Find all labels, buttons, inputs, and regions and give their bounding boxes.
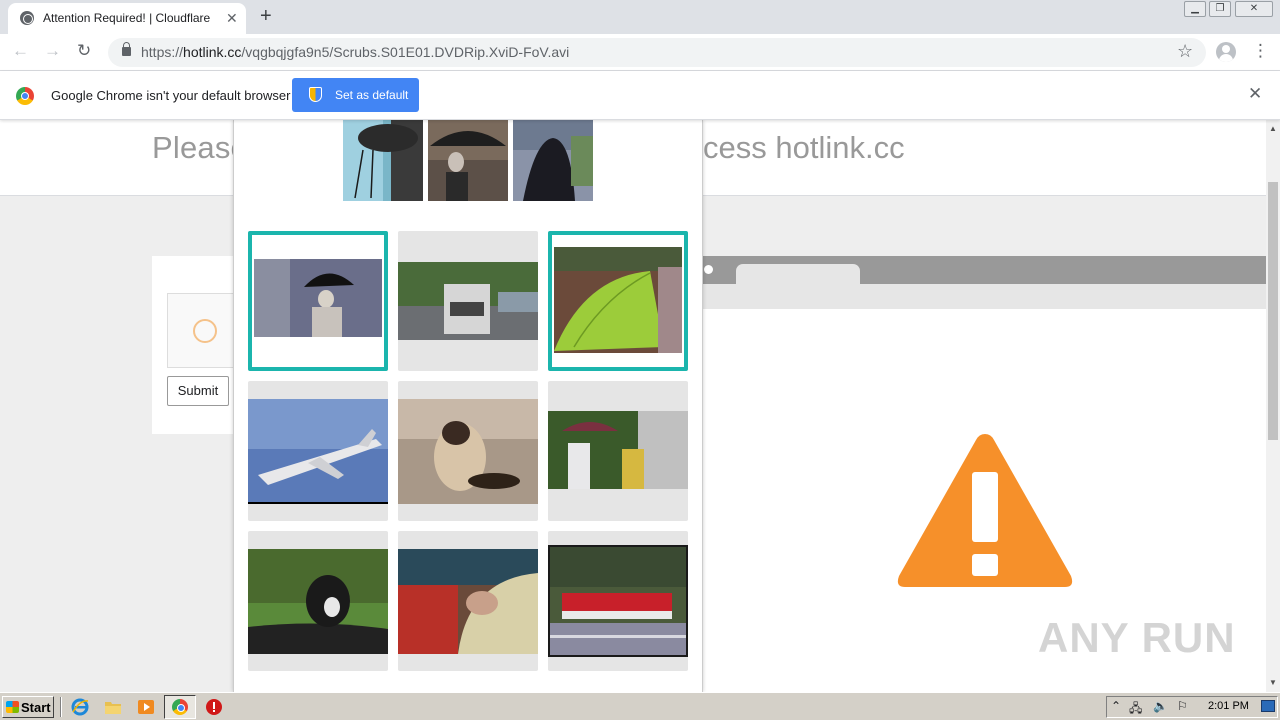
submit-button[interactable]: Submit: [167, 376, 229, 406]
chrome-taskbar-icon: [172, 699, 188, 715]
new-tab-button[interactable]: +: [260, 5, 272, 27]
start-button[interactable]: Start: [2, 696, 54, 718]
internet-explorer-icon[interactable]: [71, 698, 89, 716]
taskbar-separator: [60, 697, 62, 717]
tile-image-8: [398, 549, 538, 654]
tile-image-4: [248, 399, 388, 504]
tile-image-7: [248, 549, 388, 654]
reload-button[interactable]: ↻: [77, 41, 91, 61]
restore-button[interactable]: ❐: [1209, 1, 1231, 17]
captcha-tile-5[interactable]: [398, 381, 538, 521]
tab-title: Attention Required! | Cloudflare: [43, 11, 211, 25]
system-tray: ⌃ 🖧 🔈 ⚐ 2:01 PM: [1106, 696, 1278, 718]
kebab-menu-icon[interactable]: ⋮: [1252, 40, 1269, 62]
captcha-challenge-modal: [233, 120, 703, 692]
media-player-icon[interactable]: [137, 698, 155, 716]
screen: Attention Required! | Cloudflare ✕ + ▁ ❐…: [0, 0, 1280, 720]
sample-image-2: [428, 120, 508, 201]
illustration-tab: [736, 264, 860, 284]
url-scheme: https://: [141, 44, 184, 60]
illustration-address-bar: [702, 284, 1266, 309]
close-tab-icon[interactable]: ✕: [226, 10, 238, 26]
globe-icon: [20, 11, 34, 25]
infobar-message: Google Chrome isn't your default browser: [51, 88, 291, 103]
scroll-up-arrow[interactable]: ▲: [1269, 124, 1277, 133]
chrome-logo-icon: [16, 87, 34, 105]
back-button[interactable]: ←: [12, 41, 29, 61]
start-label: Start: [21, 700, 51, 715]
tile-image-2: [398, 262, 538, 340]
browser-tab[interactable]: Attention Required! | Cloudflare ✕: [8, 3, 246, 34]
illustration-dot: [704, 265, 713, 274]
url-host: hotlink.cc: [183, 44, 242, 60]
scroll-thumb[interactable]: [1268, 182, 1278, 440]
captcha-tile-2[interactable]: [398, 231, 538, 371]
captcha-tile-4[interactable]: [248, 381, 388, 521]
captcha-tile-3[interactable]: [548, 231, 688, 371]
tile-image-9: [548, 545, 688, 657]
profile-avatar[interactable]: [1216, 42, 1236, 62]
infobar-close-icon[interactable]: ✕: [1248, 84, 1262, 104]
recaptcha-widget[interactable]: [167, 293, 237, 368]
set-as-default-button[interactable]: Set as default: [292, 78, 419, 112]
captcha-tile-8[interactable]: [398, 531, 538, 671]
chrome-taskbar-button[interactable]: [164, 695, 196, 719]
uac-shield-icon: [309, 87, 322, 102]
action-center-flag-icon[interactable]: ⚐: [1177, 699, 1188, 713]
minimize-button[interactable]: ▁: [1184, 1, 1206, 17]
captcha-tile-9[interactable]: [548, 531, 688, 671]
tab-strip: Attention Required! | Cloudflare ✕ + ▁ ❐…: [0, 0, 1280, 34]
url-text: https://hotlink.cc/vqgbqjgfa9n5/Scrubs.S…: [141, 44, 569, 60]
captcha-card: Submit: [152, 256, 242, 434]
tile-image-5: [398, 399, 538, 504]
show-hidden-icons-chevron-icon[interactable]: ⌃: [1111, 699, 1121, 713]
tile-image-3: [554, 247, 682, 353]
warning-icon: [897, 434, 1073, 587]
windows-flag-icon: [6, 701, 19, 713]
window-close-button[interactable]: ✕: [1235, 1, 1273, 17]
captcha-tile-6[interactable]: [548, 381, 688, 521]
network-icon[interactable]: 🖧: [1129, 699, 1142, 720]
page-scrollbar[interactable]: ▲ ▼: [1266, 120, 1280, 692]
captcha-tile-7[interactable]: [248, 531, 388, 671]
default-browser-infobar: Google Chrome isn't your default browser…: [0, 71, 1280, 120]
forward-button[interactable]: →: [44, 41, 61, 61]
illustration-title-bar: [702, 256, 1266, 284]
taskbar-clock[interactable]: 2:01 PM: [1208, 700, 1249, 712]
set-as-default-label: Set as default: [335, 88, 409, 102]
page-content: Please cess hotlink.cc Submit ANY RUN: [0, 120, 1266, 692]
stop-icon[interactable]: [205, 698, 223, 716]
tile-image-6: [548, 411, 688, 489]
address-bar[interactable]: https://hotlink.cc/vqgbqjgfa9n5/Scrubs.S…: [108, 38, 1206, 67]
page-heading-right: cess hotlink.cc: [703, 130, 905, 165]
captcha-tile-1[interactable]: [248, 231, 388, 371]
volume-icon[interactable]: 🔈: [1153, 699, 1168, 713]
sample-image-3: [513, 120, 593, 201]
recaptcha-spinner-icon: [193, 319, 217, 343]
lock-icon: [122, 42, 131, 56]
folder-icon[interactable]: [104, 698, 122, 716]
windows-taskbar: Start ⌃ 🖧 🔈 ⚐ 2:01 PM: [0, 692, 1280, 720]
scroll-down-arrow[interactable]: ▼: [1269, 678, 1277, 687]
bookmark-star-icon[interactable]: ☆: [1177, 41, 1193, 62]
url-path: /vqgbqjgfa9n5/Scrubs.S01E01.DVDRip.XviD-…: [241, 44, 570, 60]
browser-toolbar: ← → ↻ https://hotlink.cc/vqgbqjgfa9n5/Sc…: [0, 34, 1280, 71]
sample-image-1: [343, 120, 423, 201]
tile-image-1: [254, 259, 382, 337]
anyrun-watermark: ANY RUN: [1038, 614, 1236, 661]
show-desktop-icon[interactable]: [1261, 700, 1275, 712]
